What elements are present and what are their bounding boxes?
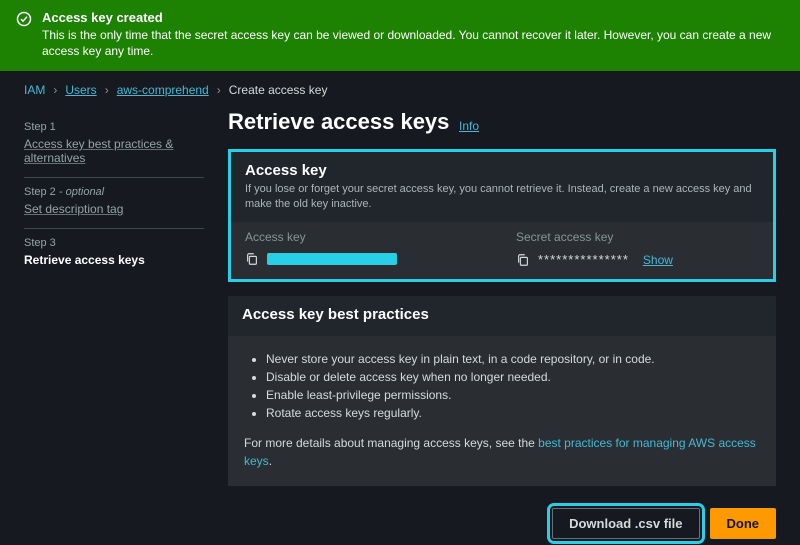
page-title: Retrieve access keys (228, 109, 449, 135)
step-name: Set description tag (24, 202, 204, 216)
chevron-right-icon: › (53, 83, 57, 97)
best-practices-title: Access key best practices (242, 306, 762, 323)
access-key-label: Access key (245, 230, 488, 244)
done-button[interactable]: Done (710, 508, 777, 539)
secret-key-column: Secret access key *************** Show (502, 222, 773, 279)
step-label: Step 1 (24, 121, 204, 133)
breadcrumb-users[interactable]: Users (65, 83, 96, 97)
access-key-panel-desc: If you lose or forget your secret access… (245, 182, 759, 212)
step-name-active: Retrieve access keys (24, 253, 204, 267)
download-csv-button[interactable]: Download .csv file (552, 508, 699, 539)
list-item: Enable least-privilege permissions. (266, 386, 760, 404)
copy-icon[interactable] (516, 253, 530, 267)
list-item: Rotate access keys regularly. (266, 404, 760, 422)
banner-desc: This is the only time that the secret ac… (42, 27, 784, 59)
chevron-right-icon: › (217, 83, 221, 97)
best-practices-list: Never store your access key in plain tex… (244, 350, 760, 422)
info-link[interactable]: Info (459, 119, 479, 133)
list-item: Never store your access key in plain tex… (266, 350, 760, 368)
banner-title: Access key created (42, 10, 784, 25)
best-practices-more: For more details about managing access k… (244, 434, 760, 470)
main-content: Retrieve access keys Info Access key If … (228, 105, 776, 545)
secret-key-label: Secret access key (516, 230, 759, 244)
list-item: Disable or delete access key when no lon… (266, 368, 760, 386)
step-1[interactable]: Step 1 Access key best practices & alter… (24, 113, 204, 178)
access-key-panel: Access key If you lose or forget your se… (228, 149, 776, 282)
step-2[interactable]: Step 2 - optional Set description tag (24, 178, 204, 229)
step-name: Access key best practices & alternatives (24, 137, 204, 165)
access-key-panel-title: Access key (245, 162, 759, 179)
copy-icon[interactable] (245, 252, 259, 266)
secret-key-masked: *************** (538, 252, 629, 267)
breadcrumb-current: Create access key (229, 83, 328, 97)
access-key-column: Access key (231, 222, 502, 279)
success-banner: Access key created This is the only time… (0, 0, 800, 71)
breadcrumb-iam[interactable]: IAM (24, 83, 45, 97)
access-key-value-redacted (267, 253, 397, 265)
step-label: Step 3 (24, 237, 204, 249)
show-secret-link[interactable]: Show (643, 253, 673, 267)
step-label: Step 2 - optional (24, 186, 204, 198)
chevron-right-icon: › (105, 83, 109, 97)
best-practices-panel: Access key best practices Never store yo… (228, 296, 776, 486)
wizard-steps-sidebar: Step 1 Access key best practices & alter… (24, 105, 204, 545)
breadcrumb: IAM › Users › aws-comprehend › Create ac… (0, 71, 800, 105)
breadcrumb-user-name[interactable]: aws-comprehend (117, 83, 209, 97)
step-3: Step 3 Retrieve access keys (24, 229, 204, 279)
action-bar: Download .csv file Done (228, 500, 776, 545)
check-circle-icon (16, 11, 32, 27)
